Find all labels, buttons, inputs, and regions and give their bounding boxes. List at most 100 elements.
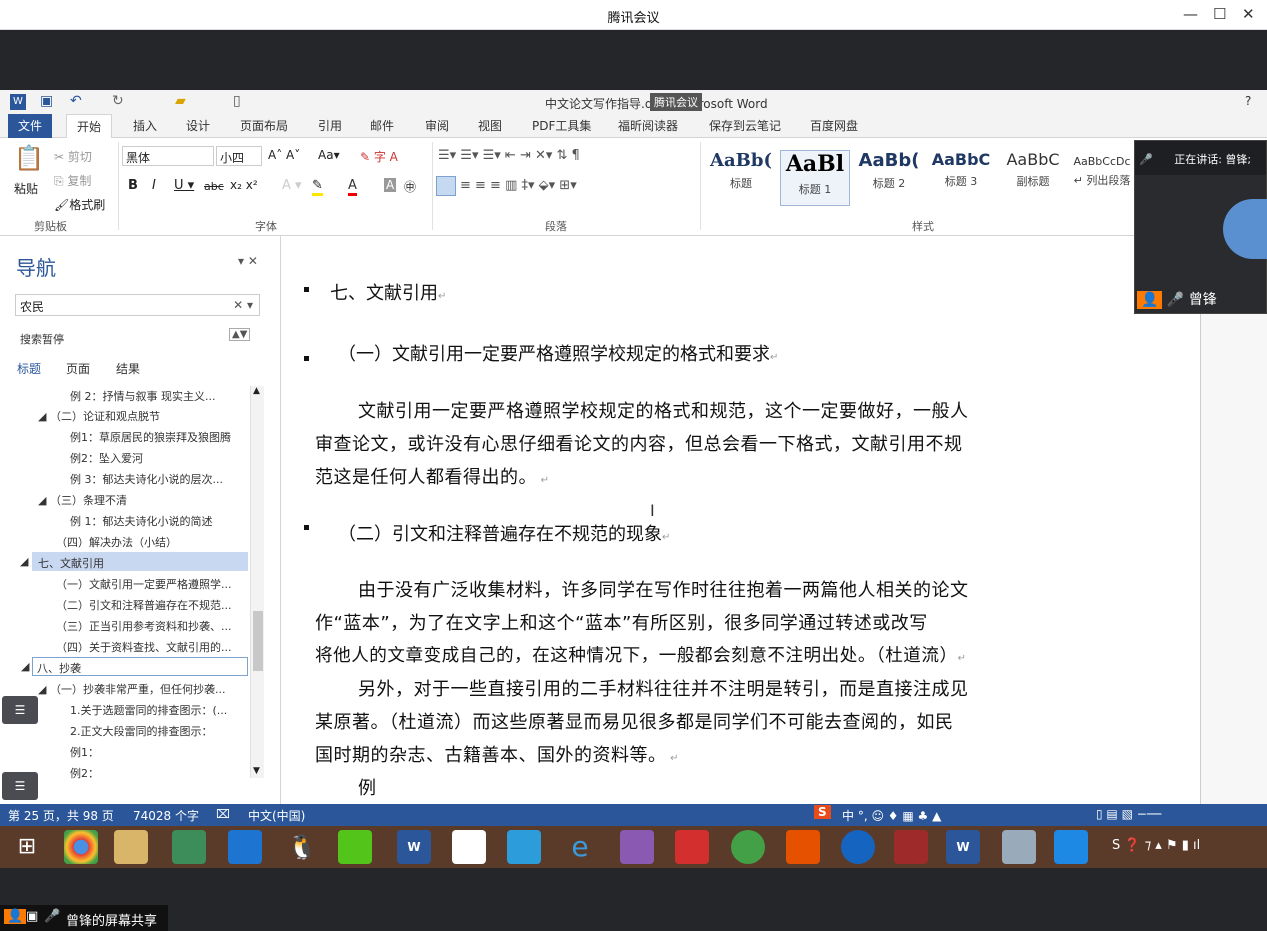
tab-design[interactable]: 设计 (186, 117, 210, 134)
font-size-select[interactable]: 小四 (216, 146, 262, 166)
tab-mailings[interactable]: 邮件 (370, 117, 394, 134)
strikethrough-icon[interactable]: abc (204, 180, 224, 193)
system-tray[interactable]: S ❓ ⁊ ▴ ⚑ ▮ ıl (1112, 838, 1200, 853)
word-count[interactable]: 74028 个字 (133, 807, 199, 824)
style-list-paragraph[interactable]: AaBbCcDc ↵ 列出段落 (1070, 150, 1134, 206)
open-folder-icon[interactable]: ▰ (175, 93, 186, 109)
tab-insert[interactable]: 插入 (133, 117, 157, 134)
scroll-down-icon[interactable]: ▼ (253, 766, 260, 776)
meeting-list-icon[interactable]: ☰ (2, 696, 38, 724)
nav-heading-item[interactable]: 例 3：郁达夫诗化小说的层次... (70, 471, 223, 487)
nav-heading-item[interactable]: 2.正文大段雷同的排查图示： (70, 723, 213, 739)
nav-scrollbar[interactable]: ▲ ▼ (250, 386, 264, 778)
help-button[interactable]: ? (1245, 94, 1251, 108)
align-icons[interactable]: ≡ ≡ ≡ ▥ ‡▾ ⬙▾ ⊞▾ (460, 178, 577, 193)
ime-toolbar[interactable]: 中 °, ☺ ♦ ▦ ♣ ▲ (842, 807, 941, 824)
copy-button[interactable]: ⎘ 复制 (54, 172, 91, 189)
new-document-icon[interactable]: ▯ (233, 93, 241, 109)
maximize-icon[interactable]: ☐ (1213, 5, 1226, 23)
nav-tab-pages[interactable]: 页面 (66, 360, 90, 377)
language[interactable]: 中文(中国) (248, 807, 305, 824)
save-icon[interactable]: ▣ (40, 93, 53, 109)
tab-review[interactable]: 审阅 (425, 117, 449, 134)
ie-icon[interactable]: e (563, 830, 597, 864)
meeting-list-icon[interactable]: ☰ (2, 772, 38, 800)
style-title[interactable]: AaBb( 标题 (706, 150, 776, 206)
tab-home[interactable]: 开始 (66, 114, 113, 139)
word-icon[interactable]: W (946, 830, 980, 864)
char-shading-icon[interactable]: A (384, 178, 397, 192)
style-subtitle[interactable]: AaBbC 副标题 (998, 150, 1068, 206)
sogou-ime-icon[interactable]: S (814, 805, 831, 819)
format-painter-button[interactable]: 🖌格式刷 (54, 196, 105, 213)
undo-icon[interactable]: ↶ (70, 93, 82, 109)
nav-heading-item[interactable]: ◢ 八、抄袭 (21, 657, 248, 676)
text-effects-icon[interactable]: A ▾ (282, 178, 302, 193)
word-icon[interactable]: W (397, 830, 431, 864)
view-mode-icons[interactable]: ▯ ▤ ▧ −── (1096, 807, 1161, 821)
nav-heading-item[interactable]: （四）关于资料查找、文献引用的... (56, 639, 232, 655)
nav-heading-item[interactable]: （一）文献引用一定要严格遵照学... (56, 576, 232, 592)
qq-icon[interactable]: 🐧 (285, 830, 319, 864)
bullets-icon[interactable]: ☰▾ ☰▾ ☰▾ ⇤ ⇥ ✕▾ ⇅ ¶ (438, 148, 580, 163)
winrar-icon[interactable] (894, 830, 928, 864)
tencent-meeting-icon[interactable] (1054, 830, 1088, 864)
document-area[interactable]: 七、文献引用↵ （一）文献引用一定要严格遵照学校规定的格式和要求↵ 文献引用一定… (282, 236, 1200, 804)
nav-heading-item[interactable]: 例2： (70, 765, 99, 781)
app-icon[interactable] (841, 830, 875, 864)
paste-icon[interactable]: 📋 (14, 144, 44, 172)
tab-references[interactable]: 引用 (318, 117, 342, 134)
app-icon[interactable] (452, 830, 486, 864)
font-color-icon[interactable]: A (348, 178, 357, 196)
align-left-icon[interactable] (436, 176, 456, 196)
nav-heading-item[interactable]: 例 2：抒情与叙事 现实主义... (70, 388, 215, 404)
proofing-icon[interactable]: ⌧ (216, 807, 230, 821)
youdao-icon[interactable] (675, 830, 709, 864)
app-icon[interactable] (731, 830, 765, 864)
nav-tab-headings[interactable]: 标题 (17, 360, 41, 377)
bold-icon[interactable]: B (128, 178, 138, 193)
collapse-icon[interactable]: ◢ (20, 555, 28, 568)
nav-heading-item[interactable]: 1.关于选题雷同的排查图示：(... (70, 702, 227, 718)
close-icon[interactable]: ✕ (1242, 5, 1255, 23)
prev-result-icon[interactable]: ▲▼ (229, 328, 251, 341)
redo-icon[interactable]: ↻ (112, 93, 124, 109)
highlight-icon[interactable]: ✎ (312, 178, 323, 196)
style-heading-1[interactable]: AaBl 标题 1 (780, 150, 850, 206)
wechat-icon[interactable] (338, 830, 372, 864)
nav-heading-item[interactable]: 例1： (70, 744, 99, 760)
minimize-icon[interactable]: — (1183, 5, 1198, 23)
app-icon[interactable] (786, 830, 820, 864)
collapse-icon[interactable]: ◢ (21, 660, 29, 673)
tab-cloud-notes[interactable]: 保存到云笔记 (709, 117, 781, 134)
scroll-up-icon[interactable]: ▲ (253, 386, 260, 396)
tab-file[interactable]: 文件 (8, 114, 53, 138)
app-icon[interactable] (507, 830, 541, 864)
clear-format-icon[interactable]: ✎ 字 A (360, 148, 398, 165)
nav-heading-item[interactable]: （二）引文和注释普遍存在不规范... (56, 597, 232, 613)
app-icon[interactable] (1002, 830, 1036, 864)
app-icon[interactable] (172, 830, 206, 864)
nav-heading-item[interactable]: ◢ （一）抄袭非常严重，但任何抄袭... (38, 681, 225, 697)
paste-button[interactable]: 粘贴 (14, 180, 38, 197)
nav-heading-item[interactable]: 例 1：郁达夫诗化小说的简述 (70, 513, 213, 529)
enclose-char-icon[interactable]: ㊥ (404, 178, 416, 195)
participant-video-tile[interactable]: 🎤 正在讲话: 曾锋; 👤 🎤 曾锋 (1134, 140, 1267, 314)
nav-options-icon[interactable]: ▾ ✕ (238, 254, 258, 268)
clear-search-icon[interactable]: ✕ ▾ (233, 298, 253, 312)
chrome-icon[interactable] (64, 830, 98, 864)
nav-heading-item[interactable]: （三）正当引用参考资料和抄袭、... (56, 618, 232, 634)
tab-baidu-disk[interactable]: 百度网盘 (810, 117, 858, 134)
nav-heading-item[interactable]: ◢ （二）论证和观点脱节 (38, 408, 160, 424)
tab-layout[interactable]: 页面布局 (240, 117, 288, 134)
subscript-icon[interactable]: x₂ x² (230, 178, 258, 192)
change-case-icon[interactable]: Aa▾ (318, 148, 340, 162)
tab-foxit[interactable]: 福昕阅读器 (618, 117, 678, 134)
windows-start-icon[interactable]: ⊞ (10, 830, 44, 864)
nav-heading-item[interactable]: 例2：坠入爱河 (70, 450, 143, 466)
nav-heading-selected[interactable]: ◢ 七、文献引用 (20, 552, 248, 571)
italic-icon[interactable]: I (152, 178, 156, 193)
nav-tab-results[interactable]: 结果 (116, 360, 140, 377)
scroll-thumb[interactable] (253, 611, 263, 671)
tab-view[interactable]: 视图 (478, 117, 502, 134)
